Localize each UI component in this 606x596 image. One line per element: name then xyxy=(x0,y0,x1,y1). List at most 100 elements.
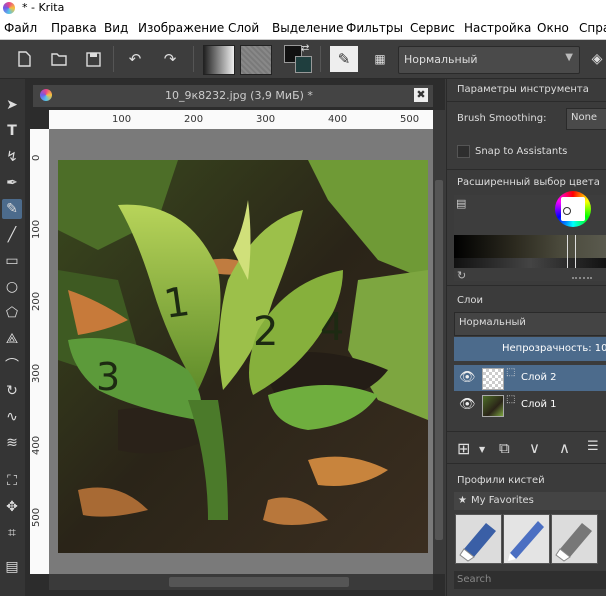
blend-mode-value: Нормальный xyxy=(404,53,478,66)
brush-preset-pencil[interactable] xyxy=(503,514,550,564)
crop-transform-tool-icon[interactable]: ⛶ xyxy=(2,471,22,491)
gradient-preset-icon[interactable] xyxy=(203,45,235,75)
ruler-tick: 100 xyxy=(31,219,42,239)
brush-tag-select[interactable]: ★ My Favorites xyxy=(454,492,606,510)
menu-file[interactable]: Файл xyxy=(4,21,37,35)
brush-smoothing-value: None xyxy=(571,112,598,123)
brush-smoothing-label: Brush Smoothing: xyxy=(457,113,547,124)
color-picker-handle[interactable] xyxy=(563,207,571,215)
horizontal-scrollbar[interactable] xyxy=(49,574,433,590)
blend-mode-select[interactable]: Нормальный ▼ xyxy=(398,46,580,74)
toolbar-separator xyxy=(193,46,194,72)
brush-settings-grid-icon[interactable]: ▦ xyxy=(366,46,394,72)
layer-blend-mode-select[interactable]: Нормальный xyxy=(454,312,606,336)
scrollbar-thumb[interactable] xyxy=(169,577,349,587)
hue-ring[interactable] xyxy=(555,191,591,227)
swap-colors-icon[interactable]: ⇄ xyxy=(301,43,309,54)
calligraphy-tool-icon[interactable]: ✒ xyxy=(2,173,22,193)
menu-layer[interactable]: Слой xyxy=(228,21,259,35)
multibrush-tool-icon[interactable]: ≋ xyxy=(2,433,22,453)
menu-settings[interactable]: Настройка xyxy=(464,21,531,35)
ruler-tick: 500 xyxy=(400,114,420,125)
edit-shapes-tool-icon[interactable]: ↯ xyxy=(2,147,22,167)
color-selector-settings-icon[interactable]: ▤ xyxy=(456,197,466,210)
dynamic-brush-tool-icon[interactable]: ∿ xyxy=(2,407,22,427)
title-bar: * - Krita xyxy=(0,0,606,17)
layer-row-selected[interactable]: 👁 ⬚ Слой 2 xyxy=(454,365,606,391)
polyline-tool-icon[interactable]: ⟁ xyxy=(2,329,22,349)
close-icon[interactable]: ✖ xyxy=(414,88,428,102)
move-tool-icon[interactable]: ✥ xyxy=(2,497,22,517)
menu-filter[interactable]: Фильтры xyxy=(346,21,403,35)
rectangle-tool-icon[interactable]: ▭ xyxy=(2,251,22,271)
move-layer-up-icon[interactable]: ∧ xyxy=(559,439,570,457)
document-tab-title: 10_9к8232.jpg (3,9 МиБ) * xyxy=(165,89,313,102)
new-document-icon[interactable] xyxy=(13,48,35,70)
fg-bg-color-swatch[interactable]: ⇄ xyxy=(284,43,312,73)
text-tool-icon[interactable]: T xyxy=(2,121,22,141)
color-history-strip[interactable] xyxy=(454,258,606,268)
layer-row[interactable]: 👁 ⬚ Слой 1 xyxy=(454,392,606,418)
layer-blend-mode-value: Нормальный xyxy=(459,317,526,328)
menu-window[interactable]: Окно xyxy=(537,21,569,35)
eye-visible-icon[interactable]: 👁 xyxy=(459,397,476,412)
eye-visible-icon[interactable]: 👁 xyxy=(459,370,476,385)
brush-presets-title: Профили кистей xyxy=(457,475,545,486)
menu-image[interactable]: Изображение xyxy=(138,21,224,35)
window-title: * - Krita xyxy=(22,1,65,14)
divider xyxy=(447,101,606,102)
line-tool-icon[interactable]: ╱ xyxy=(2,225,22,245)
menu-select[interactable]: Выделение xyxy=(272,21,343,35)
scrollbar-thumb[interactable] xyxy=(435,180,443,540)
bezier-tool-icon[interactable]: ⌒ xyxy=(2,355,22,375)
select-shapes-tool-icon[interactable]: ➤ xyxy=(2,95,22,115)
color-gradient-strip[interactable] xyxy=(454,235,606,258)
toolbar-separator xyxy=(320,46,321,72)
brush-smoothing-select[interactable]: None xyxy=(566,108,606,130)
move-layer-down-icon[interactable]: ∨ xyxy=(529,439,540,457)
ruler-tick: 400 xyxy=(328,114,348,125)
polygon-tool-icon[interactable]: ⬠ xyxy=(2,303,22,323)
advanced-color-selector[interactable]: ▤ xyxy=(454,191,606,281)
freehand-brush-tool-icon[interactable]: ✎ xyxy=(2,199,22,219)
redo-icon[interactable]: ↷ xyxy=(159,48,181,70)
add-layer-icon[interactable]: ⊞ xyxy=(457,439,470,458)
horizontal-ruler: 100 200 300 400 500 xyxy=(49,110,433,129)
crop-tool-icon[interactable]: ⌗ xyxy=(2,523,22,543)
ellipse-tool-icon[interactable]: ○ xyxy=(2,277,22,297)
document-tab[interactable]: 10_9к8232.jpg (3,9 МиБ) * ✖ xyxy=(33,85,433,107)
panel-grip[interactable] xyxy=(572,277,592,280)
menu-view[interactable]: Вид xyxy=(104,21,128,35)
divider xyxy=(447,463,606,464)
duplicate-layer-icon[interactable]: ⧉ xyxy=(499,439,510,457)
layers-title: Слои xyxy=(457,295,483,306)
vertical-scrollbar[interactable] xyxy=(433,110,445,574)
brush-search-input[interactable]: Search xyxy=(454,571,606,589)
ruler-tick: 300 xyxy=(256,114,276,125)
open-folder-icon[interactable] xyxy=(48,48,70,70)
annotation-number: 2 xyxy=(253,309,278,355)
layer-properties-icon[interactable]: ☰ xyxy=(587,439,599,454)
gradient-tool-icon[interactable]: ▤ xyxy=(2,557,22,577)
ruler-tick: 200 xyxy=(184,114,204,125)
save-icon[interactable] xyxy=(82,48,104,70)
pattern-preset-icon[interactable] xyxy=(240,45,272,75)
color-marker xyxy=(567,235,568,268)
eraser-mode-icon[interactable]: ◈ xyxy=(586,48,606,70)
layer-opacity-slider[interactable]: Непрозрачность: 100 xyxy=(454,337,606,361)
brush-preset-eraser[interactable] xyxy=(455,514,502,564)
brush-preset-soft[interactable] xyxy=(551,514,598,564)
divider xyxy=(447,431,606,432)
chevron-down-icon[interactable]: ▼ xyxy=(479,445,485,454)
menu-tools[interactable]: Сервис xyxy=(410,21,455,35)
freehand-path-tool-icon[interactable]: ↻ xyxy=(2,381,22,401)
krita-document-icon xyxy=(40,89,52,101)
brush-preset-icon[interactable]: ✎ xyxy=(330,46,358,72)
menu-help[interactable]: Спра xyxy=(579,21,606,35)
snap-to-assistants-checkbox[interactable] xyxy=(457,145,470,158)
refresh-icon[interactable]: ↻ xyxy=(457,269,466,282)
menu-edit[interactable]: Правка xyxy=(51,21,97,35)
ruler-tick: 300 xyxy=(31,363,42,383)
undo-icon[interactable]: ↶ xyxy=(124,48,146,70)
canvas-painting[interactable]: 1 2 4 3 xyxy=(58,160,428,553)
